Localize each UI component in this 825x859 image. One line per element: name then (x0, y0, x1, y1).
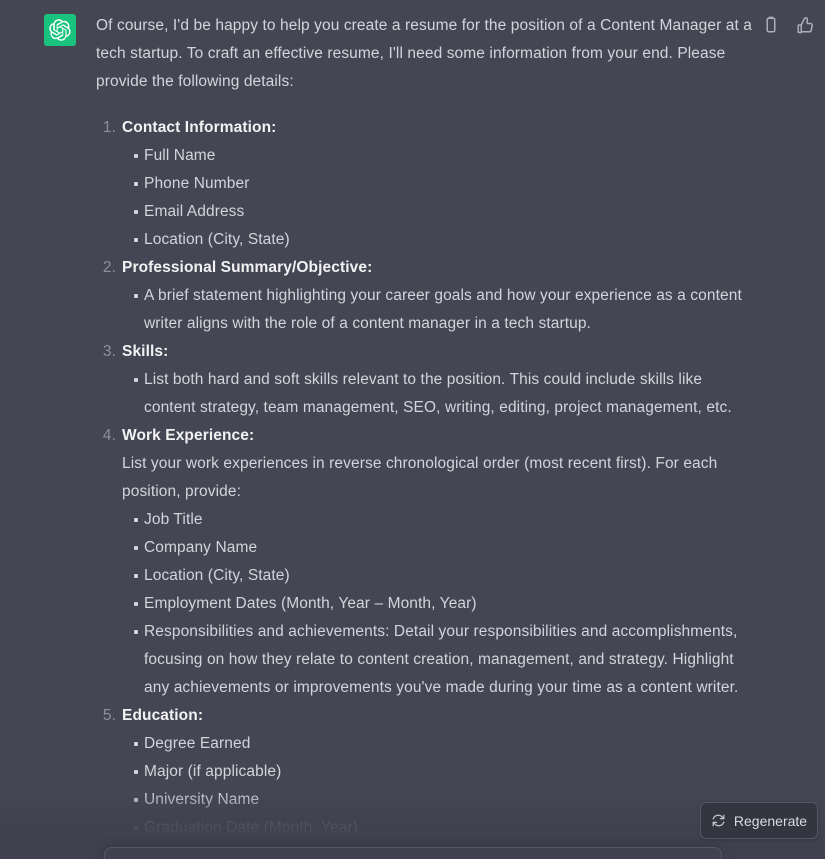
copy-icon[interactable] (762, 16, 780, 34)
item-title: Professional Summary/Objective: (122, 259, 373, 276)
assistant-message-row: Of course, I'd be happy to help you crea… (0, 0, 825, 836)
sub-list: Degree Earned Major (if applicable) Univ… (122, 730, 756, 842)
list-item: Degree Earned (134, 730, 756, 758)
list-item-skills: Skills: List both hard and soft skills r… (96, 338, 756, 422)
list-item-contact-information: Contact Information: Full Name Phone Num… (96, 114, 756, 254)
thumbs-up-icon[interactable] (796, 16, 814, 34)
list-item: Phone Number (134, 170, 756, 198)
list-item: Graduation Date (Month, Year) (134, 814, 756, 842)
list-item-work-experience: Work Experience: List your work experien… (96, 422, 756, 702)
message-body: Of course, I'd be happy to help you crea… (96, 12, 756, 842)
composer-strip (0, 845, 825, 859)
item-title: Education: (122, 707, 204, 724)
sub-list: List both hard and soft skills relevant … (122, 366, 756, 422)
list-item: Major (if applicable) (134, 758, 756, 786)
list-item-education: Education: Degree Earned Major (if appli… (96, 702, 756, 842)
chat-message-view: Of course, I'd be happy to help you crea… (0, 0, 825, 859)
list-item-professional-summary: Professional Summary/Objective: A brief … (96, 254, 756, 338)
message-actions (762, 16, 825, 34)
list-item: Email Address (134, 198, 756, 226)
item-title: Work Experience: (122, 427, 255, 444)
list-item: Full Name (134, 142, 756, 170)
item-title: Contact Information: (122, 119, 277, 136)
regenerate-label: Regenerate (733, 812, 808, 829)
list-item: A brief statement highlighting your care… (134, 282, 756, 338)
list-item: Job Title (134, 506, 756, 534)
list-item: University Name (134, 786, 756, 814)
item-paragraph: List your work experiences in reverse ch… (122, 455, 718, 500)
chatgpt-logo-icon (44, 14, 76, 46)
list-item: Company Name (134, 534, 756, 562)
list-item: List both hard and soft skills relevant … (134, 366, 756, 422)
list-item: Employment Dates (Month, Year – Month, Y… (134, 590, 756, 618)
list-item: Location (City, State) (134, 562, 756, 590)
refresh-icon (711, 813, 726, 828)
sub-list: Full Name Phone Number Email Address Loc… (122, 142, 756, 254)
item-title: Skills: (122, 343, 169, 360)
sub-list: Job Title Company Name Location (City, S… (122, 506, 756, 702)
list-item: Location (City, State) (134, 226, 756, 254)
requirements-list: Contact Information: Full Name Phone Num… (96, 114, 756, 842)
intro-paragraph: Of course, I'd be happy to help you crea… (96, 17, 752, 90)
regenerate-button[interactable]: Regenerate (700, 802, 818, 839)
list-item: Responsibilities and achievements: Detai… (134, 618, 756, 702)
sub-list: A brief statement highlighting your care… (122, 282, 756, 338)
message-input-box[interactable] (104, 847, 722, 859)
